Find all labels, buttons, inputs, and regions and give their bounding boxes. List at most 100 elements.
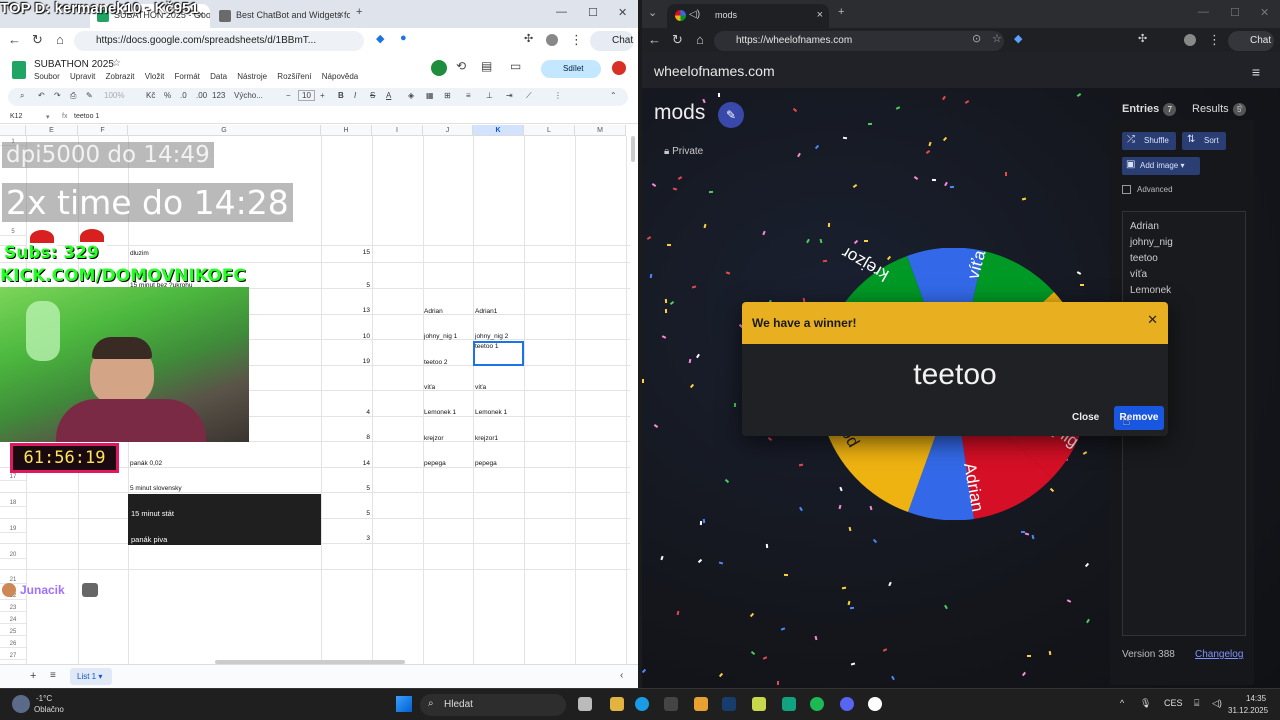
cell[interactable]: krejzor1: [475, 435, 498, 442]
site-brand[interactable]: wheelofnames.com: [654, 63, 775, 79]
search-menus-icon[interactable]: ⌕: [20, 91, 24, 101]
vertical-align-icon[interactable]: ⊥: [486, 91, 493, 100]
discord-icon[interactable]: [840, 697, 854, 711]
row-header[interactable]: 26: [0, 641, 26, 648]
redo-icon[interactable]: ↷: [54, 91, 61, 100]
cell[interactable]: 15: [350, 249, 370, 256]
sheet-tab-list1[interactable]: List 1 ▾: [70, 668, 112, 685]
column-header-selected[interactable]: K: [473, 125, 524, 136]
close-tab-icon[interactable]: ×: [338, 9, 344, 21]
print-icon[interactable]: ⎙: [70, 91, 76, 101]
app-icon[interactable]: [752, 697, 766, 711]
column-header[interactable]: H: [321, 125, 372, 136]
home-icon[interactable]: ⌂: [56, 32, 64, 47]
cell[interactable]: johny_nig 2: [475, 333, 508, 340]
extensions-icon[interactable]: ✣: [1138, 32, 1147, 45]
cell[interactable]: 8: [350, 434, 370, 441]
percent-format-button[interactable]: %: [164, 91, 171, 100]
sheets-logo-icon[interactable]: [12, 61, 26, 79]
borders-icon[interactable]: ▦: [426, 91, 434, 100]
cell[interactable]: 3: [350, 535, 370, 542]
cell[interactable]: Lemonek 1: [424, 409, 456, 416]
cell[interactable]: johny_nig 1: [424, 333, 457, 340]
copilot-chat-button[interactable]: Chat: [1228, 31, 1274, 51]
row-header[interactable]: 18: [0, 500, 26, 507]
menu-tools[interactable]: Nástroje: [237, 72, 267, 81]
align-icon[interactable]: ≡: [466, 91, 471, 100]
column-header[interactable]: M: [575, 125, 626, 136]
cell[interactable]: víťa: [475, 384, 486, 391]
row-header[interactable]: 24: [0, 617, 26, 624]
cell[interactable]: 5: [350, 510, 370, 517]
folder-icon[interactable]: [610, 697, 624, 711]
cell[interactable]: teetoo 2: [424, 359, 448, 366]
row-header[interactable]: 27: [0, 653, 26, 660]
tray-overflow-icon[interactable]: ^: [1120, 698, 1124, 708]
home-icon[interactable]: ⌂: [696, 32, 704, 47]
row-header[interactable]: 25: [0, 629, 26, 636]
currency-format-button[interactable]: Kč: [146, 91, 155, 100]
panel-scroll-right-icon[interactable]: ›: [1238, 98, 1243, 116]
vpn-icon[interactable]: ●: [400, 32, 407, 44]
close-window-icon[interactable]: ✕: [618, 6, 627, 19]
more-menu-icon[interactable]: ⋮: [1208, 32, 1221, 48]
menu-format[interactable]: Formát: [175, 72, 200, 81]
row-header[interactable]: 23: [0, 605, 26, 612]
extension-icon[interactable]: ◆: [376, 32, 384, 45]
column-header[interactable]: E: [26, 125, 78, 136]
menu-view[interactable]: Zobrazit: [106, 72, 135, 81]
add-sheet-icon[interactable]: +: [30, 670, 36, 682]
name-box[interactable]: K12: [10, 113, 22, 120]
cell[interactable]: 5 minut slovensky: [130, 485, 182, 492]
start-windows-icon[interactable]: [396, 696, 412, 712]
comments-icon[interactable]: ▤: [481, 59, 492, 73]
cell[interactable]: Adrian: [424, 308, 443, 315]
tab-wheel-of-names[interactable]: ◁) mods ×: [667, 4, 829, 28]
menu-help[interactable]: Nápověda: [322, 72, 358, 81]
cell[interactable]: 13: [350, 307, 370, 314]
advanced-checkbox[interactable]: Advanced: [1122, 185, 1173, 195]
row-header[interactable]: 20: [0, 552, 26, 559]
more-menu-icon[interactable]: ⋮: [570, 32, 583, 48]
minimize-icon[interactable]: —: [1198, 6, 1209, 18]
vertical-scrollbar[interactable]: [631, 136, 635, 162]
strikethrough-icon[interactable]: S: [370, 91, 375, 100]
cell[interactable]: krejzor: [424, 435, 444, 442]
avatar[interactable]: [1184, 34, 1196, 46]
keyboard-language[interactable]: CES: [1164, 698, 1183, 708]
maximize-icon[interactable]: ☐: [588, 6, 598, 19]
column-header[interactable]: J: [423, 125, 473, 136]
star-icon[interactable]: ☆: [112, 58, 121, 69]
undo-icon[interactable]: ↶: [38, 91, 45, 100]
hamburger-menu-icon[interactable]: ≡: [1252, 64, 1260, 80]
close-dialog-icon[interactable]: ✕: [1147, 312, 1158, 328]
cell[interactable]: 4: [350, 409, 370, 416]
chrome-icon[interactable]: [868, 697, 882, 711]
reload-icon[interactable]: ↻: [672, 32, 683, 48]
collapse-toolbar-icon[interactable]: ⌃: [610, 91, 617, 100]
column-header[interactable]: L: [524, 125, 575, 136]
tab-actions-icon[interactable]: ⌄: [648, 6, 657, 19]
volume-icon[interactable]: ◁): [1212, 698, 1222, 709]
row-header[interactable]: 19: [0, 526, 26, 533]
formula-input[interactable]: teetoo 1: [74, 113, 99, 120]
microphone-icon[interactable]: 🎙︎: [1140, 698, 1151, 709]
text-color-icon[interactable]: A: [386, 91, 391, 100]
column-header[interactable]: G: [128, 125, 321, 136]
cell[interactable]: 15 minut stát: [131, 509, 174, 518]
cell[interactable]: panák piva: [131, 535, 167, 544]
extensions-icon[interactable]: ✣: [524, 32, 533, 45]
close-button[interactable]: Close: [1072, 412, 1099, 423]
menu-edit[interactable]: Upravit: [70, 72, 95, 81]
fill-color-icon[interactable]: ◈: [408, 91, 414, 100]
extension-icon[interactable]: ◆: [1014, 32, 1022, 45]
cell[interactable]: pepega: [424, 460, 446, 467]
new-tab-icon[interactable]: +: [356, 6, 362, 18]
share-button[interactable]: Sdílet: [541, 60, 601, 78]
font-size-input[interactable]: 10: [298, 90, 315, 101]
cell[interactable]: 5: [350, 282, 370, 289]
clock-date[interactable]: 31.12.2025: [1228, 706, 1268, 715]
font-size-decrease-icon[interactable]: −: [286, 91, 291, 100]
tab-chatbot[interactable]: Best ChatBot and Widgets for ×: [212, 4, 350, 28]
meet-icon[interactable]: [431, 60, 447, 76]
